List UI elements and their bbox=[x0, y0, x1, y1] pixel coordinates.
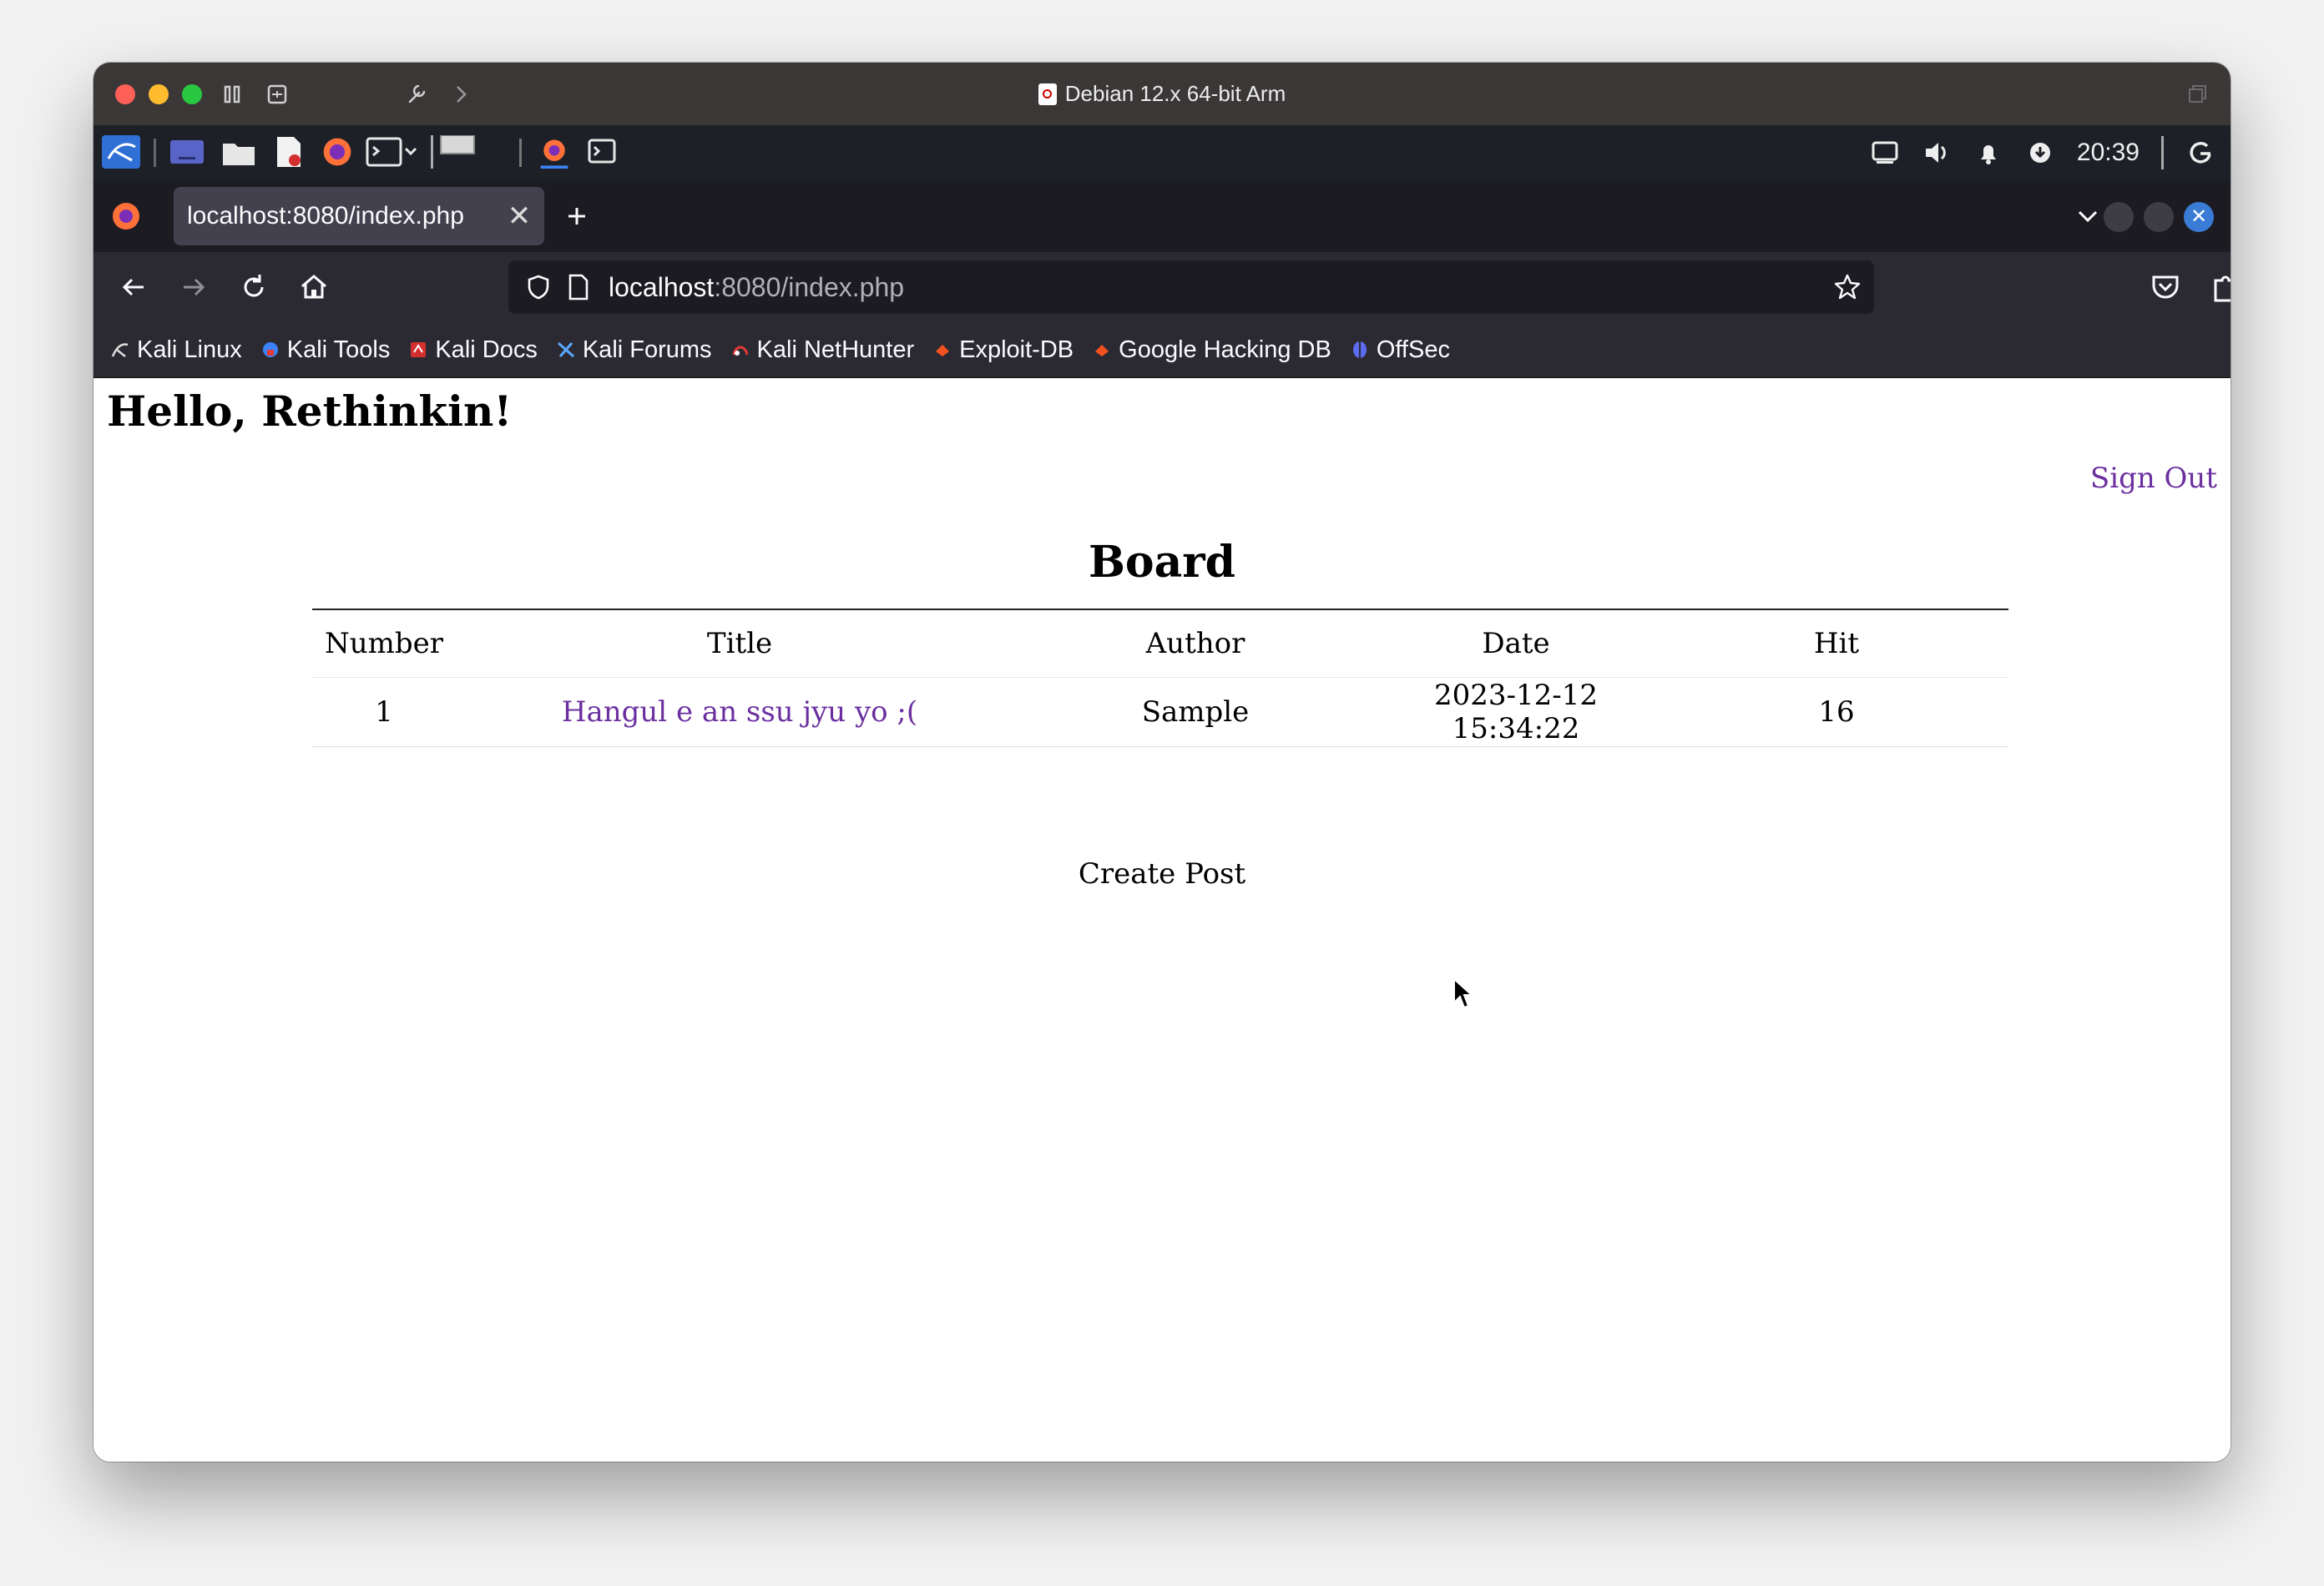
page-info-icon[interactable] bbox=[565, 272, 592, 302]
bookmark-kali-nethunter[interactable]: Kali NetHunter bbox=[730, 336, 915, 364]
bookmark-label: Kali Docs bbox=[435, 336, 538, 363]
panel-separator bbox=[2161, 136, 2164, 169]
vm-title-text: Debian 12.x 64-bit Arm bbox=[1064, 81, 1286, 106]
bookmark-label: Exploit-DB bbox=[959, 336, 1074, 363]
new-tab-plus-icon[interactable] bbox=[561, 200, 593, 232]
firefox-window-icon[interactable] bbox=[534, 135, 574, 169]
bookmark-offsec[interactable]: OffSec bbox=[1350, 336, 1450, 364]
terminal-window-icon[interactable] bbox=[586, 135, 619, 169]
kali-dragon-icon bbox=[111, 343, 129, 357]
firefox-launcher-icon[interactable] bbox=[319, 135, 356, 169]
desktop-icon[interactable] bbox=[169, 135, 205, 169]
create-post-button[interactable]: Create Post bbox=[93, 857, 2231, 891]
window-controls: ✕ bbox=[2104, 202, 2214, 232]
pocket-icon[interactable] bbox=[2147, 269, 2184, 306]
minimize-circle-button[interactable] bbox=[2104, 202, 2134, 232]
mouse-cursor-icon bbox=[1453, 977, 1474, 1009]
column-header-author: Author bbox=[1023, 609, 1367, 678]
web-page: Hello, Rethinkin! Sign Out Board Number … bbox=[93, 378, 2231, 1462]
url-path: :8080/index.php bbox=[714, 271, 905, 302]
bookmark-label: Google Hacking DB bbox=[1119, 336, 1331, 363]
reload-icon[interactable] bbox=[235, 269, 272, 306]
kali-panel: 20:39 bbox=[93, 125, 2231, 180]
bookmark-star-icon[interactable] bbox=[1832, 272, 1862, 302]
network-update-icon[interactable] bbox=[2025, 138, 2055, 168]
board-title: Board bbox=[1088, 537, 1236, 588]
text-editor-icon[interactable] bbox=[272, 135, 306, 169]
post-author: Sample bbox=[1023, 677, 1367, 747]
display-icon[interactable] bbox=[1870, 138, 1900, 168]
kali-forums-icon bbox=[557, 341, 574, 358]
url-host: localhost bbox=[609, 271, 715, 302]
firefox-nav-bar: localhost:8080/index.php bbox=[93, 252, 2231, 322]
bookmark-label: OffSec bbox=[1376, 336, 1450, 363]
offsec-icon bbox=[1352, 341, 1367, 358]
extensions-puzzle-icon[interactable] bbox=[2207, 269, 2231, 306]
bookmark-label: Kali Linux bbox=[137, 336, 242, 363]
power-icon[interactable] bbox=[2185, 138, 2215, 168]
bookmark-kali-forums[interactable]: Kali Forums bbox=[556, 336, 712, 364]
ghdb-icon bbox=[1095, 345, 1109, 356]
maximize-circle-button[interactable] bbox=[2144, 202, 2174, 232]
back-arrow-icon[interactable] bbox=[115, 269, 152, 306]
vm-title: Debian 12.x 64-bit Arm bbox=[93, 63, 2231, 125]
bookmark-label: Kali Tools bbox=[286, 336, 391, 363]
column-header-title: Title bbox=[456, 609, 1023, 678]
vm-document-icon bbox=[1038, 83, 1057, 105]
post-hits: 16 bbox=[1665, 677, 2008, 747]
kali-tools-icon bbox=[262, 342, 278, 357]
panel-separator bbox=[519, 139, 522, 167]
bookmark-kali-docs[interactable]: Kali Docs bbox=[408, 336, 538, 364]
nethunter-icon bbox=[732, 346, 749, 356]
close-browser-icon[interactable]: ✕ bbox=[2184, 202, 2214, 232]
terminal-launcher-icon[interactable] bbox=[366, 135, 419, 169]
browser-tab[interactable]: localhost:8080/index.php ✕ bbox=[174, 187, 544, 245]
exploit-db-icon bbox=[936, 345, 950, 356]
firefox-tab-strip: localhost:8080/index.php ✕ ✕ bbox=[93, 180, 2231, 252]
workspace-switcher-icon[interactable] bbox=[429, 135, 488, 169]
bookmark-kali-tools[interactable]: Kali Tools bbox=[260, 336, 391, 364]
vm-window: Debian 12.x 64-bit Arm 20:39 localhost:8… bbox=[93, 63, 2231, 1462]
sign-out-link[interactable]: Sign Out bbox=[2090, 462, 2217, 495]
list-tabs-chevron-down-icon[interactable] bbox=[2072, 200, 2104, 232]
tab-close-icon[interactable]: ✕ bbox=[503, 200, 536, 233]
kali-menu-icon[interactable] bbox=[102, 135, 140, 169]
board-table: Number Title Author Date Hit 1 Hangul e … bbox=[312, 609, 2008, 747]
post-title-cell: Hangul e an ssu jyu yo ;( bbox=[456, 677, 1023, 747]
forward-arrow-icon[interactable] bbox=[175, 269, 212, 306]
vm-titlebar: Debian 12.x 64-bit Arm bbox=[93, 63, 2231, 125]
file-manager-icon[interactable] bbox=[220, 135, 257, 169]
post-number: 1 bbox=[312, 677, 456, 747]
url-text[interactable]: localhost:8080/index.php bbox=[609, 272, 904, 303]
bookmark-exploit-db[interactable]: Exploit-DB bbox=[932, 336, 1074, 364]
table-header-row: Number Title Author Date Hit bbox=[312, 609, 2008, 678]
kali-docs-icon bbox=[411, 342, 427, 357]
column-header-hit: Hit bbox=[1665, 609, 2008, 678]
bookmark-label: Kali NetHunter bbox=[756, 336, 915, 363]
bookmarks-toolbar: Kali Linux Kali Tools Kali Docs Kali For… bbox=[93, 322, 2231, 378]
bookmark-label: Kali Forums bbox=[582, 336, 712, 363]
post-title-link[interactable]: Hangul e an ssu jyu yo ;( bbox=[562, 695, 917, 729]
shield-icon[interactable] bbox=[523, 272, 553, 302]
tab-title: localhost:8080/index.php bbox=[187, 202, 464, 230]
notifications-bell-icon[interactable] bbox=[1973, 138, 2003, 168]
post-date: 2023-12-12 15:34:22 bbox=[1367, 677, 1665, 747]
greeting-heading: Hello, Rethinkin! bbox=[107, 386, 513, 436]
window-restore-icon[interactable] bbox=[2184, 81, 2210, 108]
bookmark-kali-linux[interactable]: Kali Linux bbox=[110, 336, 242, 364]
column-header-number: Number bbox=[312, 609, 456, 678]
bookmark-google-hacking-db[interactable]: Google Hacking DB bbox=[1092, 336, 1331, 364]
firefox-view-icon[interactable] bbox=[110, 200, 142, 232]
address-bar[interactable]: localhost:8080/index.php bbox=[508, 260, 1874, 314]
panel-tray: 20:39 bbox=[1870, 125, 2215, 180]
panel-clock[interactable]: 20:39 bbox=[2077, 139, 2140, 167]
home-icon[interactable] bbox=[296, 269, 332, 306]
column-header-date: Date bbox=[1367, 609, 1665, 678]
panel-separator bbox=[154, 139, 156, 167]
volume-icon[interactable] bbox=[1922, 138, 1952, 168]
table-row: 1 Hangul e an ssu jyu yo ;( Sample 2023-… bbox=[312, 677, 2008, 747]
